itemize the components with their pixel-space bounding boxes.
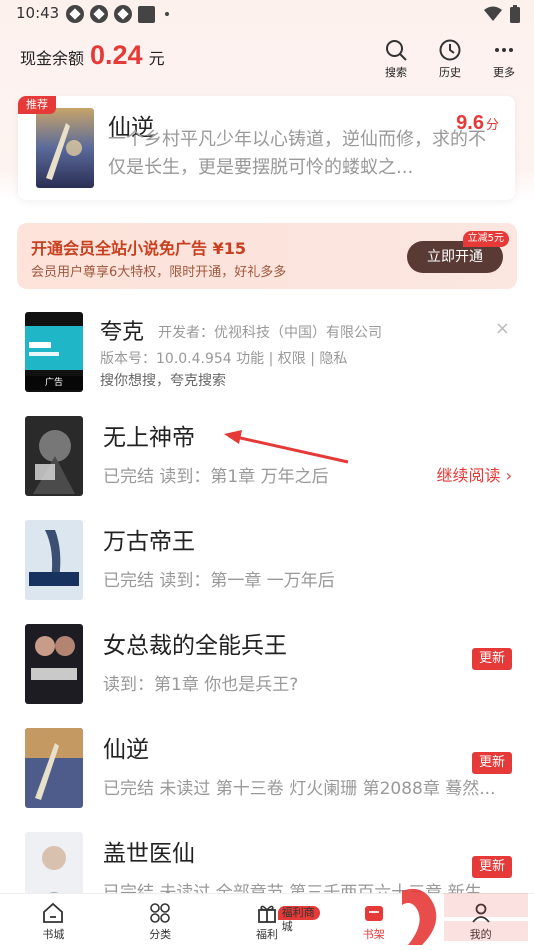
book-description: 一个乡村平凡少年以心铸道，逆仙而修，求的不仅是长生，更是要摆脱可怜的蝼蚁之...: [108, 129, 486, 178]
book-cover: [36, 108, 94, 188]
recommend-tag: 推荐: [18, 96, 56, 114]
balance-amount: 0.24: [90, 40, 143, 70]
nav-bookstore[interactable]: 书城: [0, 894, 107, 950]
vip-title: 开通会员全站小说免广告 ¥15: [31, 239, 246, 258]
update-badge: 更新: [472, 648, 512, 670]
app-notification-icon: [138, 5, 155, 23]
book-item[interactable]: 女总裁的全能兵王 读到：第1章 你也是兵王? 更新: [0, 612, 534, 716]
nav-label: 福利: [255, 928, 278, 941]
battery-icon: [510, 5, 520, 23]
status-bar: 10:43: [0, 0, 534, 30]
wifi-icon: [484, 6, 502, 21]
balance-label: 现金余额: [20, 49, 85, 68]
ad-slogan: 搜你想搜，夸克搜索: [100, 373, 226, 389]
history-button[interactable]: 历史: [434, 38, 466, 80]
book-title: 万古帝王: [103, 529, 195, 555]
continue-reading-link[interactable]: 继续阅读 ›: [437, 462, 513, 486]
more-label: 更多: [493, 66, 515, 79]
grid-icon: [150, 903, 170, 923]
discount-badge: 立减5元: [462, 231, 509, 247]
search-label: 搜索: [385, 66, 407, 79]
book-title: 女总裁的全能兵王: [103, 633, 287, 659]
home-icon: [43, 902, 64, 923]
bookshelf-screen: 10:43 现金余额 0.24 元 搜索 历史 更多 推荐 仙逆 9.6 分 一…: [0, 0, 534, 950]
more-button[interactable]: 更多: [488, 38, 520, 80]
cash-balance[interactable]: 现金余额 0.24 元: [20, 40, 165, 71]
book-cover: [25, 416, 83, 496]
nav-label: 书架: [362, 928, 385, 941]
update-badge: 更新: [472, 856, 512, 878]
search-icon: [386, 40, 407, 61]
notification-icon: [90, 5, 108, 23]
ad-title: 夸克: [100, 320, 145, 345]
annotation-arrow: [224, 430, 349, 464]
book-title: 盖世医仙: [103, 841, 195, 867]
gift-icon: [258, 905, 276, 923]
ad-item[interactable]: 广告 夸克 开发者：优视科技（中国）有限公司 版本号：10.0.4.954 功能…: [0, 300, 534, 404]
ad-label: 广告: [25, 376, 83, 390]
nav-label: 分类: [149, 928, 172, 941]
book-cover: [25, 728, 83, 808]
book-item[interactable]: 万古帝王 已完结 读到：第一章 一万年后: [0, 508, 534, 612]
header-tools: 搜索 历史 更多: [380, 38, 520, 80]
ad-developer: 开发者：优视科技（中国）有限公司: [158, 325, 382, 341]
book-title: 无上神帝: [103, 425, 195, 451]
book-progress: 已完结 未读过 第十三卷 灯火阑珊 第2088章 蓦然...: [103, 779, 496, 799]
notification-icons: [66, 5, 169, 23]
bookshelf-icon: [364, 906, 383, 921]
vip-banner[interactable]: 开通会员全站小说免广告 ¥15 会员用户尊享6大特权，限时开通，好礼多多 立即开…: [17, 223, 517, 289]
history-label: 历史: [439, 66, 461, 79]
book-cover: [25, 520, 83, 600]
book-progress: 已完结 读到：第一章 一万年后: [103, 571, 335, 591]
nav-label: 书城: [42, 928, 65, 941]
book-cover: [25, 624, 83, 704]
balance-unit: 元: [148, 49, 165, 68]
status-time: 10:43: [16, 4, 60, 22]
close-ad-button[interactable]: ×: [495, 318, 510, 339]
nav-welfare[interactable]: 福利 福利商城: [214, 894, 321, 950]
nav-category[interactable]: 分类: [107, 894, 214, 950]
book-item[interactable]: 仙逆 已完结 未读过 第十三卷 灯火阑珊 第2088章 蓦然... 更新: [0, 716, 534, 820]
book-progress: 读到：第1章 你也是兵王?: [103, 675, 299, 695]
update-badge: 更新: [472, 752, 512, 774]
shop-badge: 福利商城: [277, 906, 321, 933]
notification-icon: [114, 5, 132, 23]
more-notifications-icon: [165, 12, 169, 16]
book-title: 仙逆: [103, 737, 149, 763]
search-button[interactable]: 搜索: [380, 38, 412, 80]
notification-icon: [66, 5, 84, 23]
recommended-book-card[interactable]: 推荐 仙逆 9.6 分 一个乡村平凡少年以心铸道，逆仙而修，求的不仅是长生，更是要…: [18, 96, 515, 200]
clock-icon: [439, 39, 461, 61]
vip-subtitle: 会员用户尊享6大特权，限时开通，好礼多多: [31, 265, 287, 280]
more-icon: [495, 48, 513, 52]
ad-version: 版本号：10.0.4.954 功能 | 权限 | 隐私: [100, 351, 348, 367]
site-watermark-logo: [402, 888, 528, 945]
